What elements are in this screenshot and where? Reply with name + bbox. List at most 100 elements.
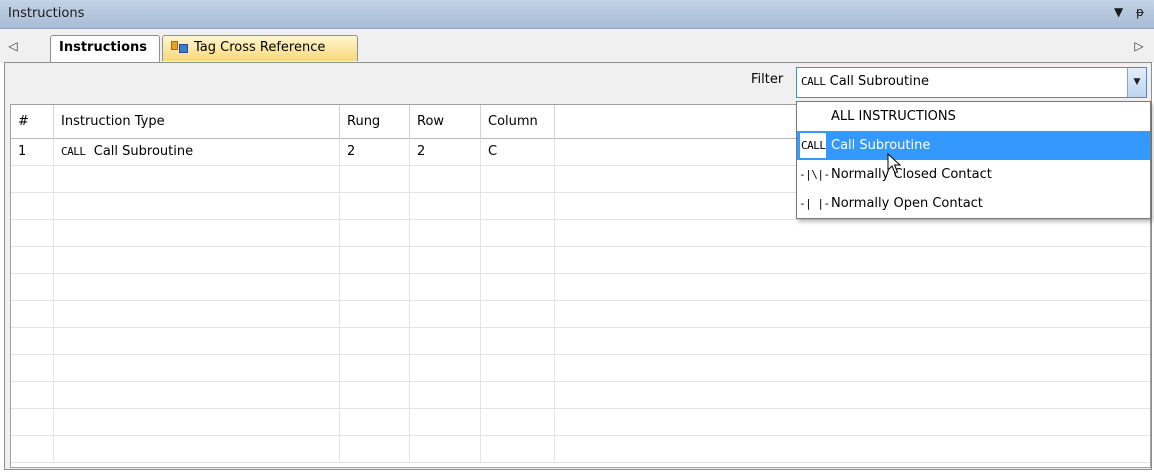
empty-table-row	[11, 220, 1150, 247]
empty-cell	[11, 328, 54, 355]
empty-cell	[54, 220, 340, 247]
cell-number: 1	[11, 139, 54, 166]
empty-cell	[410, 220, 481, 247]
empty-cell	[11, 355, 54, 382]
empty-cell	[11, 436, 54, 463]
empty-cell	[410, 301, 481, 328]
empty-table-row	[11, 328, 1150, 355]
filter-option-all-instructions[interactable]: ALL INSTRUCTIONS	[797, 102, 1150, 131]
filter-option-normally-closed-contact[interactable]: -|\|- Normally Closed Contact	[797, 160, 1150, 189]
filter-value-text: Call Subroutine	[829, 74, 929, 89]
call-instruction-icon: CALL	[61, 145, 86, 158]
empty-table-row	[11, 355, 1150, 382]
filter-dropdown-list: ALL INSTRUCTIONS CALL Call Subroutine -|…	[796, 101, 1151, 219]
empty-cell	[340, 220, 410, 247]
cell-column: C	[481, 139, 555, 166]
empty-table-row	[11, 247, 1150, 274]
empty-cell	[54, 166, 340, 193]
empty-cell	[410, 328, 481, 355]
empty-cell	[410, 274, 481, 301]
tab-scroll-left-button[interactable]: ◁	[4, 37, 22, 57]
filter-label: Filter	[751, 72, 784, 87]
empty-cell	[481, 355, 555, 382]
option-label: ALL INSTRUCTIONS	[831, 109, 956, 124]
empty-cell	[340, 409, 410, 436]
filter-option-normally-open-contact[interactable]: -| |- Normally Open Contact	[797, 189, 1150, 218]
cell-instruction-type: CALL Call Subroutine	[54, 139, 340, 166]
empty-table-row	[11, 382, 1150, 409]
option-label: Call Subroutine	[831, 138, 931, 153]
cross-reference-icon	[171, 39, 189, 53]
empty-table-row	[11, 409, 1150, 436]
empty-cell	[481, 247, 555, 274]
empty-cell	[481, 301, 555, 328]
empty-cell	[410, 166, 481, 193]
empty-cell	[481, 409, 555, 436]
empty-cell	[340, 274, 410, 301]
column-header-rung[interactable]: Rung	[340, 105, 410, 139]
column-header-instruction-type[interactable]: Instruction Type	[54, 105, 340, 139]
empty-cell	[481, 436, 555, 463]
tab-scroll-right-button[interactable]: ▷	[1130, 37, 1148, 57]
filter-option-call-subroutine[interactable]: CALL Call Subroutine	[797, 131, 1150, 160]
empty-cell	[340, 166, 410, 193]
mouse-pointer-icon	[887, 153, 901, 174]
call-instruction-icon: CALL	[801, 75, 826, 88]
panel-title-bar: Instructions ▼ ᵽ	[0, 0, 1154, 29]
call-instruction-icon: CALL	[799, 132, 827, 159]
option-label: Normally Open Contact	[831, 196, 983, 211]
empty-cell	[54, 328, 340, 355]
empty-cell	[410, 436, 481, 463]
empty-cell	[54, 301, 340, 328]
empty-cell	[340, 382, 410, 409]
empty-cell	[11, 301, 54, 328]
empty-cell	[11, 247, 54, 274]
filter-selected-value: CALL Call Subroutine	[801, 74, 929, 89]
tab-strip: ◁ Instructions Tag Cross Reference ▷	[0, 29, 1154, 63]
empty-cell	[54, 355, 340, 382]
empty-cell	[481, 382, 555, 409]
empty-cell	[54, 247, 340, 274]
tab-tag-cross-reference[interactable]: Tag Cross Reference	[162, 35, 358, 61]
empty-cell	[340, 328, 410, 355]
empty-cell	[54, 382, 340, 409]
empty-cell	[481, 193, 555, 220]
empty-cell	[11, 274, 54, 301]
empty-cell	[54, 193, 340, 220]
normally-closed-contact-icon: -|\|-	[799, 168, 830, 181]
empty-cell	[410, 193, 481, 220]
empty-cell	[410, 382, 481, 409]
empty-cell	[340, 301, 410, 328]
option-label: Normally Closed Contact	[831, 167, 992, 182]
dropdown-menu-icon[interactable]: ▼	[1114, 5, 1123, 19]
empty-cell	[410, 409, 481, 436]
empty-cell	[11, 382, 54, 409]
chevron-down-icon[interactable]: ▼	[1127, 68, 1146, 97]
empty-table-row	[11, 274, 1150, 301]
empty-cell	[340, 355, 410, 382]
tab-instructions[interactable]: Instructions	[50, 35, 160, 63]
empty-cell	[481, 166, 555, 193]
column-header-column[interactable]: Column	[481, 105, 555, 139]
instruction-type-text: Call Subroutine	[93, 144, 194, 159]
empty-cell	[481, 220, 555, 247]
filter-combobox[interactable]: CALL Call Subroutine ▼	[796, 67, 1147, 98]
empty-cell	[410, 355, 481, 382]
tab-label: Tag Cross Reference	[194, 40, 326, 55]
empty-cell	[340, 436, 410, 463]
empty-cell	[11, 409, 54, 436]
column-header-number[interactable]: #	[11, 105, 54, 139]
empty-cell	[340, 193, 410, 220]
empty-cell	[11, 220, 54, 247]
empty-cell	[54, 274, 340, 301]
empty-cell	[481, 274, 555, 301]
column-header-row[interactable]: Row	[410, 105, 481, 139]
empty-cell	[410, 247, 481, 274]
empty-cell	[340, 247, 410, 274]
cell-row: 2	[410, 139, 481, 166]
pin-icon[interactable]: ᵽ	[1136, 5, 1144, 19]
empty-cell	[11, 193, 54, 220]
empty-table-row	[11, 436, 1150, 463]
empty-table-row	[11, 301, 1150, 328]
tab-label: Instructions	[59, 40, 148, 55]
